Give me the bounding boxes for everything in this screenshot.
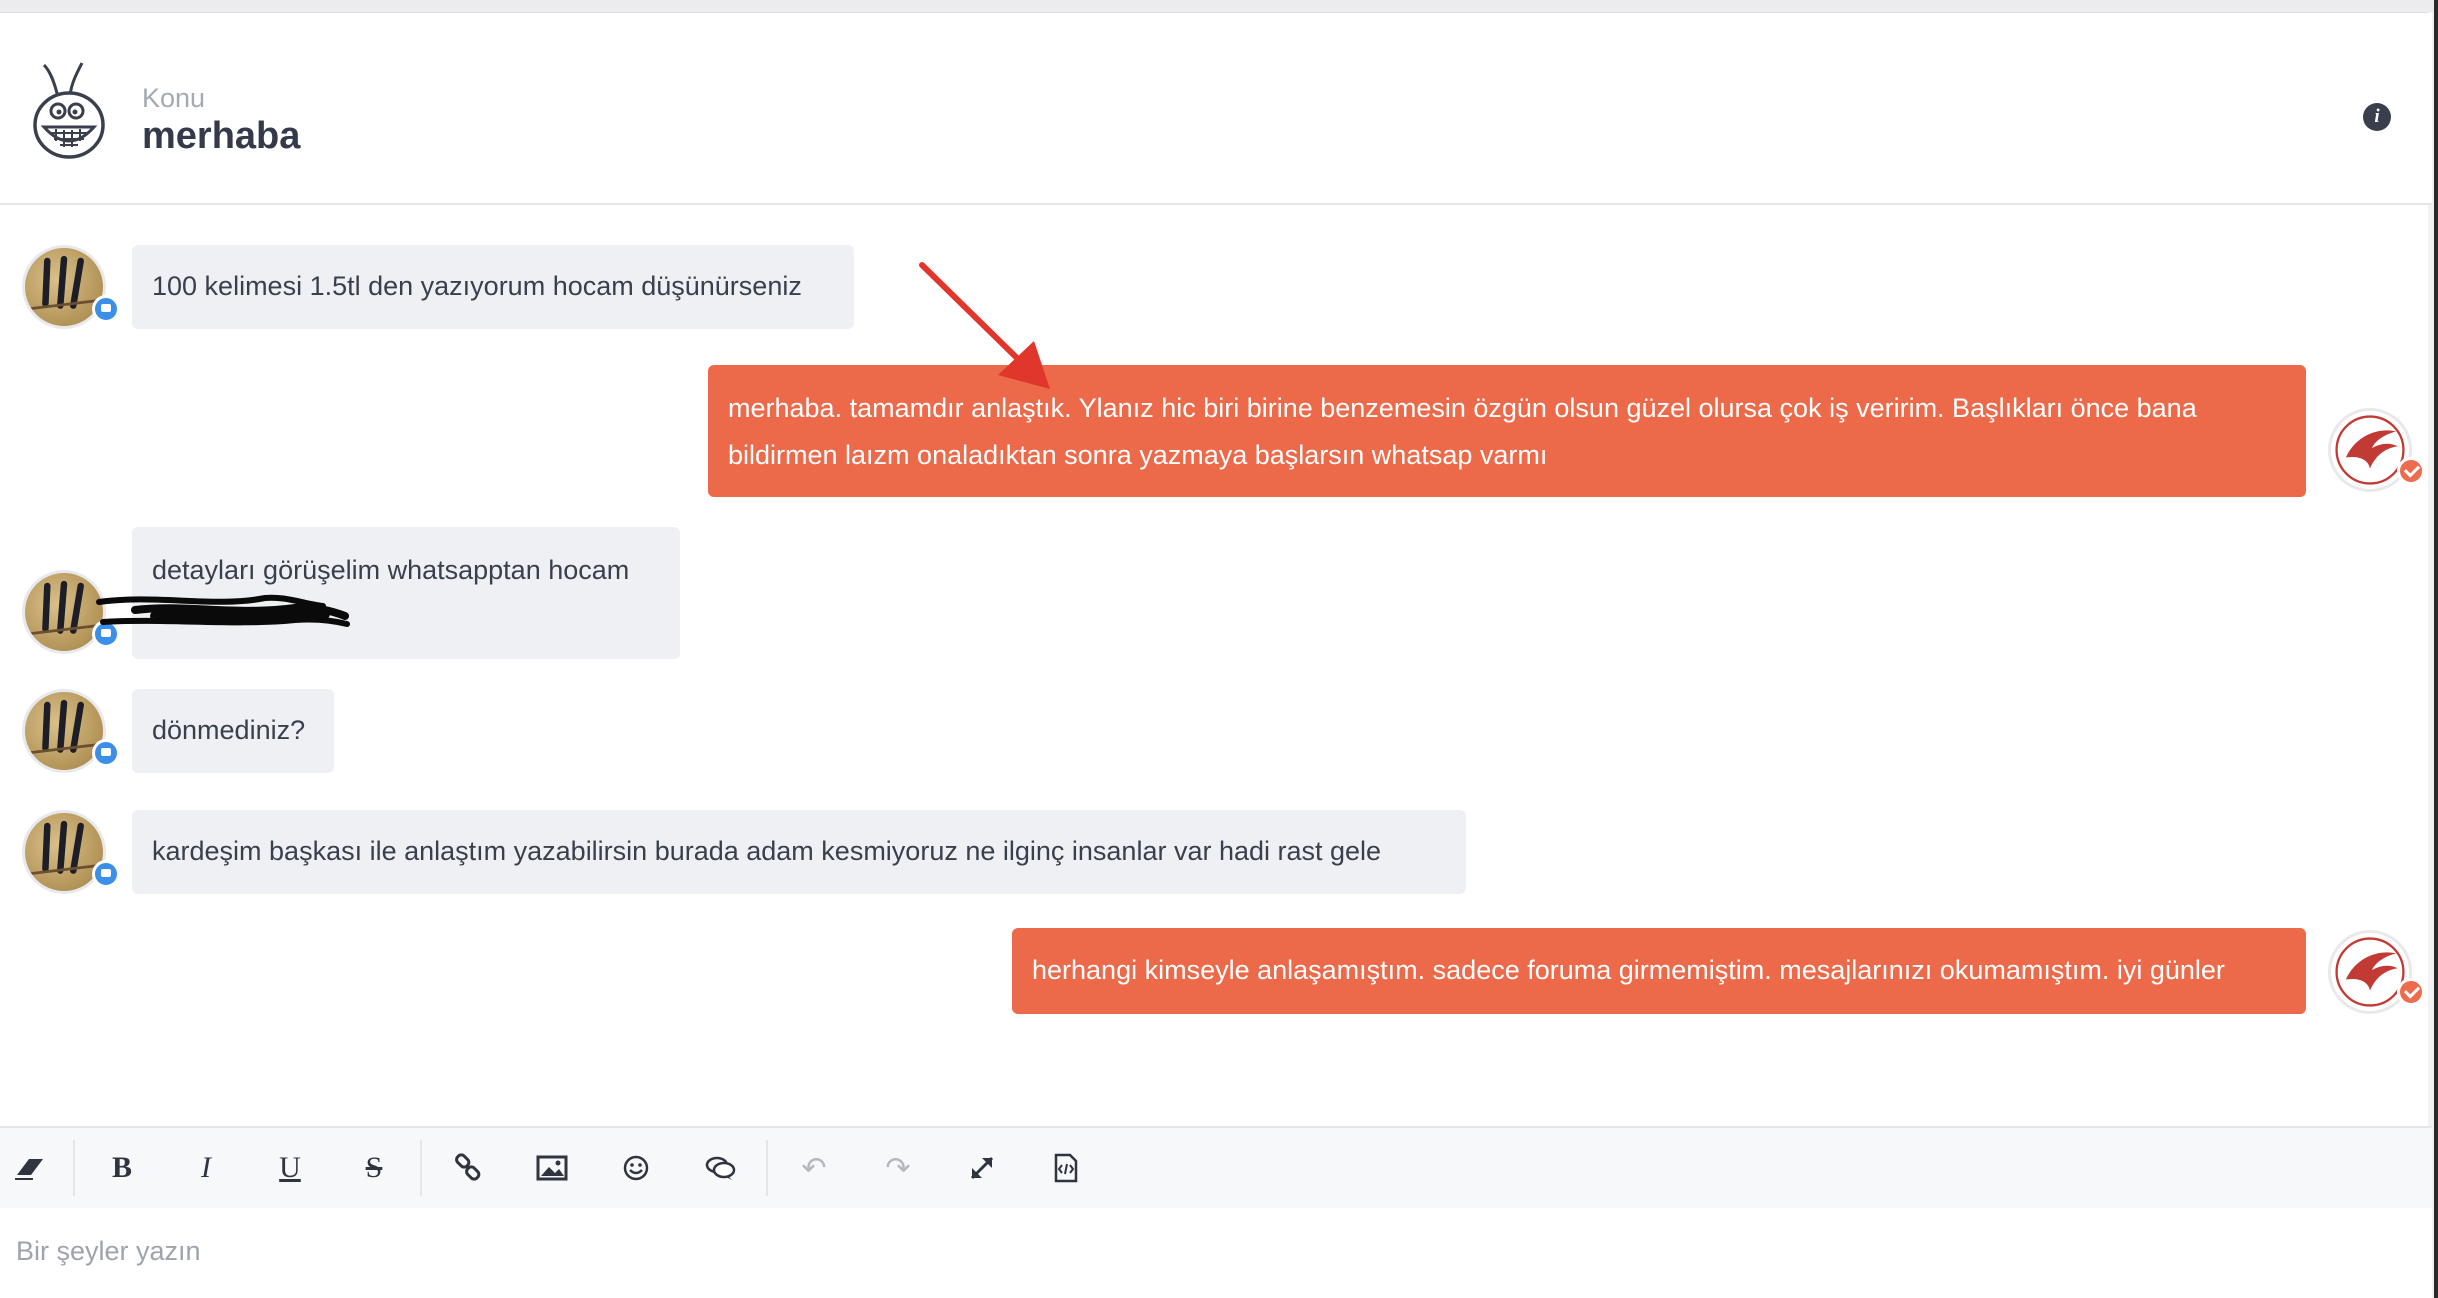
emoji-icon[interactable]	[606, 1128, 666, 1208]
editor-toolbar: B I U S ↶ ↷	[0, 1126, 2432, 1210]
toolbar-separator	[766, 1140, 768, 1196]
pens-photo-icon	[25, 255, 103, 311]
message-bubble-incoming: 100 kelimesi 1.5tl den yazıyorum hocam d…	[132, 245, 854, 329]
bold-button[interactable]: B	[92, 1128, 152, 1208]
red-bird-logo-icon	[2335, 937, 2405, 1007]
red-bird-logo-icon	[2335, 415, 2405, 485]
online-status-badge	[92, 739, 120, 767]
source-code-icon[interactable]	[1036, 1128, 1096, 1208]
message-text: kardeşim başkası ile anlaştım yazabilirs…	[152, 836, 1382, 866]
message-composer	[0, 1208, 2432, 1298]
message-text: herhangi kimseyle anlaşamıştım. sadece f…	[1032, 955, 2225, 985]
eraser-icon[interactable]	[0, 1128, 60, 1208]
message-text: 100 kelimesi 1.5tl den yazıyorum hocam d…	[152, 271, 802, 301]
topic-title: merhaba	[142, 115, 301, 157]
verified-badge	[2397, 978, 2425, 1006]
toolbar-separator	[73, 1140, 75, 1196]
redo-icon[interactable]: ↷	[868, 1128, 928, 1208]
window-right-edge	[2434, 0, 2438, 1298]
admin-avatar[interactable]	[2328, 930, 2412, 1014]
message-bubble-incoming: kardeşim başkası ile anlaştım yazabilirs…	[132, 810, 1466, 894]
link-icon[interactable]	[438, 1128, 498, 1208]
conversation-header: Konu merhaba i	[0, 13, 2432, 205]
message-input[interactable]	[14, 1230, 1218, 1272]
message-bubble-incoming: dönmediniz?	[132, 689, 334, 773]
image-icon[interactable]	[522, 1128, 582, 1208]
window-top-strip	[0, 0, 2438, 13]
topic-label: Konu	[142, 83, 206, 113]
italic-button[interactable]: I	[176, 1128, 236, 1208]
pens-photo-icon	[25, 699, 103, 755]
quote-icon[interactable]	[690, 1128, 750, 1208]
online-status-badge	[92, 860, 120, 888]
strikethrough-button[interactable]: S	[344, 1128, 404, 1208]
toolbar-separator	[420, 1140, 422, 1196]
fullscreen-icon[interactable]	[952, 1128, 1012, 1208]
message-bubble-outgoing: herhangi kimseyle anlaşamıştım. sadece f…	[1012, 928, 2306, 1014]
undo-icon[interactable]: ↶	[784, 1128, 844, 1208]
online-status-badge	[92, 295, 120, 323]
message-text: detayları görüşelim whatsapptan hocam	[152, 555, 630, 585]
info-icon[interactable]: i	[2363, 103, 2391, 131]
redaction-scribble	[96, 594, 350, 627]
message-text-line-2: bildirmen laızm onaladıktan sonra yazmay…	[728, 440, 1548, 470]
pens-photo-icon	[25, 580, 103, 636]
pens-photo-icon	[25, 820, 103, 876]
annotation-arrow-icon	[919, 262, 1050, 389]
underline-button[interactable]: U	[260, 1128, 320, 1208]
grinning-mascot-logo-icon	[33, 62, 105, 159]
verified-badge	[2397, 457, 2425, 485]
message-text: dönmediniz?	[152, 715, 306, 745]
